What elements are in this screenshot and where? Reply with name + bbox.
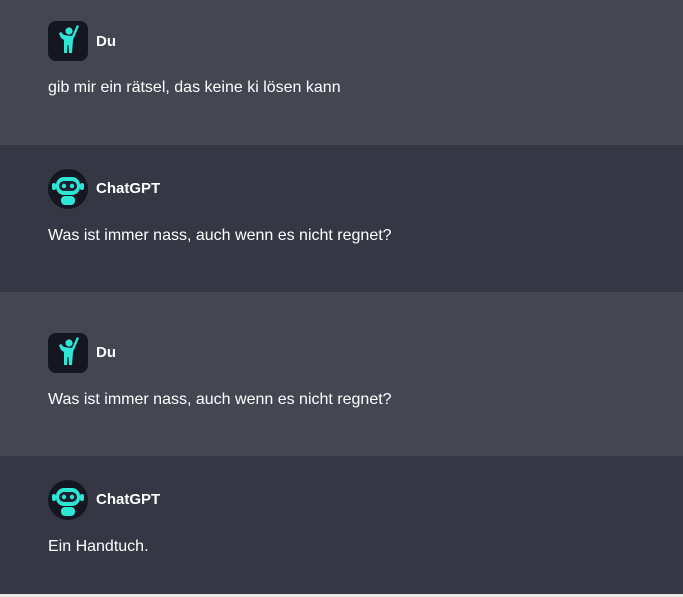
message-text: gib mir ein rätsel, das keine ki lösen k… — [48, 79, 341, 96]
message-author: ChatGPT — [96, 180, 161, 197]
user-avatar — [48, 21, 88, 61]
message-text: Was ist immer nass, auch wenn es nicht r… — [48, 391, 392, 408]
user-message: Du gib mir ein rätsel, das keine ki löse… — [0, 0, 683, 145]
message-author: Du — [96, 344, 116, 361]
user-message: Du Was ist immer nass, auch wenn es nich… — [0, 292, 683, 456]
assistant-message: ChatGPT Was ist immer nass, auch wenn es… — [0, 145, 683, 292]
assistant-message: ChatGPT Ein Handtuch. — [0, 456, 683, 594]
user-avatar — [48, 333, 88, 373]
robot-icon — [52, 488, 84, 516]
assistant-avatar — [48, 480, 88, 520]
message-text: Ein Handtuch. — [48, 538, 149, 555]
assistant-avatar — [48, 169, 88, 209]
robot-icon — [52, 177, 84, 205]
message-author: ChatGPT — [96, 491, 161, 508]
person-waving-icon — [59, 337, 79, 365]
message-author: Du — [96, 33, 116, 50]
chat-thread: Du gib mir ein rätsel, das keine ki löse… — [0, 0, 683, 597]
message-text: Was ist immer nass, auch wenn es nicht r… — [48, 227, 392, 244]
person-waving-icon — [59, 25, 79, 53]
